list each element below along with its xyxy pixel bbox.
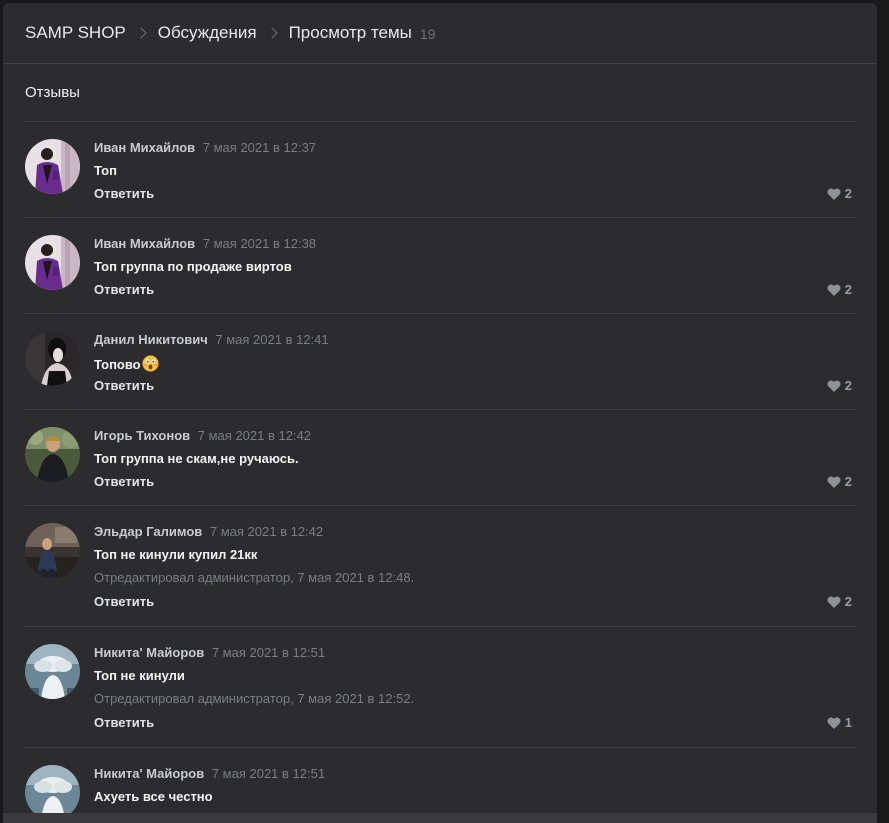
comment-text: Топ не кинули купил 21кк	[94, 547, 258, 562]
bottom-bar	[3, 813, 877, 823]
reply-button[interactable]: Ответить	[94, 715, 154, 730]
comment-item: Данил Никитович 7 мая 2021 в 12:41 Топов…	[24, 314, 856, 410]
reply-button[interactable]: Ответить	[94, 378, 154, 393]
comment-count: 19	[419, 26, 436, 42]
comment-date[interactable]: 7 мая 2021 в 12:37	[203, 140, 316, 155]
author-name[interactable]: Никита' Майоров	[94, 645, 204, 660]
breadcrumb-discussions[interactable]: Обсуждения	[158, 23, 257, 43]
comment-date[interactable]: 7 мая 2021 в 12:51	[212, 645, 325, 660]
avatar[interactable]	[25, 139, 80, 194]
heart-icon	[827, 476, 841, 488]
heart-icon	[827, 284, 841, 296]
comment-item: Эльдар Галимов 7 мая 2021 в 12:42 Топ не…	[24, 506, 856, 627]
comment-text: Топ группа не скам,не ручаюсь.	[94, 451, 299, 466]
comment-meta: Никита' Майоров 7 мая 2021 в 12:51	[94, 766, 325, 781]
chevron-right-icon	[265, 27, 278, 39]
breadcrumb: SAMP SHOP Обсуждения Просмотр темы 19	[3, 3, 877, 64]
comment-meta: Данил Никитович 7 мая 2021 в 12:41	[94, 332, 329, 347]
like-button[interactable]: 2	[827, 378, 852, 393]
comment-text-content: Топово	[94, 357, 141, 372]
chevron-right-icon	[135, 27, 147, 39]
like-count: 2	[844, 474, 852, 489]
comment-item: Иван Михайлов 7 мая 2021 в 12:38 Топ гру…	[24, 218, 856, 314]
astonished-face-emoji	[142, 355, 159, 372]
comment-text: Топ	[94, 163, 117, 178]
like-button[interactable]: 1	[827, 715, 852, 730]
like-count: 2	[844, 378, 852, 393]
discussion-panel: SAMP SHOP Обсуждения Просмотр темы 19 От…	[3, 3, 877, 817]
heart-icon	[827, 717, 841, 729]
breadcrumb-current-page: Просмотр темы	[288, 23, 412, 42]
breadcrumb-community[interactable]: SAMP SHOP	[25, 23, 126, 43]
author-name[interactable]: Игорь Тихонов	[94, 428, 190, 443]
comment-text: Топово	[94, 355, 159, 372]
topic-title: Отзывы	[25, 84, 80, 101]
comment-meta: Никита' Майоров 7 мая 2021 в 12:51	[94, 645, 325, 660]
comment-text: Ахуеть все честно	[94, 789, 213, 804]
edited-note: Отредактировал администратор, 7 мая 2021…	[94, 570, 415, 585]
reply-button[interactable]: Ответить	[94, 282, 154, 297]
comment-meta: Игорь Тихонов 7 мая 2021 в 12:42	[94, 428, 311, 443]
author-name[interactable]: Иван Михайлов	[94, 236, 195, 251]
avatar[interactable]	[25, 331, 80, 386]
avatar[interactable]	[25, 235, 80, 290]
comment-date[interactable]: 7 мая 2021 в 12:42	[210, 524, 323, 539]
comment-item: Никита' Майоров 7 мая 2021 в 12:51 Ахует…	[24, 748, 856, 817]
like-button[interactable]: 2	[827, 474, 852, 489]
comment-date[interactable]: 7 мая 2021 в 12:41	[215, 332, 328, 347]
comment-item: Игорь Тихонов 7 мая 2021 в 12:42 Топ гру…	[24, 410, 856, 506]
author-name[interactable]: Данил Никитович	[94, 332, 208, 347]
comment-item: Иван Михайлов 7 мая 2021 в 12:37 Топ Отв…	[24, 122, 856, 218]
like-count: 2	[844, 186, 852, 201]
reply-button[interactable]: Ответить	[94, 474, 154, 489]
comment-date[interactable]: 7 мая 2021 в 12:42	[198, 428, 311, 443]
comment-meta: Иван Михайлов 7 мая 2021 в 12:37	[94, 140, 316, 155]
avatar[interactable]	[25, 765, 80, 817]
reply-button[interactable]: Ответить	[94, 594, 154, 609]
author-name[interactable]: Иван Михайлов	[94, 140, 195, 155]
author-name[interactable]: Эльдар Галимов	[94, 524, 202, 539]
heart-icon	[827, 596, 841, 608]
comment-date[interactable]: 7 мая 2021 в 12:38	[203, 236, 316, 251]
like-button[interactable]: 2	[827, 186, 852, 201]
like-count: 2	[844, 282, 852, 297]
edited-note: Отредактировал администратор, 7 мая 2021…	[94, 691, 415, 706]
comment-meta: Эльдар Галимов 7 мая 2021 в 12:42	[94, 524, 323, 539]
author-name[interactable]: Никита' Майоров	[94, 766, 204, 781]
comment-text: Топ группа по продаже виртов	[94, 259, 292, 274]
heart-icon	[827, 380, 841, 392]
comment-item: Никита' Майоров 7 мая 2021 в 12:51 Топ н…	[24, 627, 856, 748]
reply-button[interactable]: Ответить	[94, 186, 154, 201]
heart-icon	[827, 188, 841, 200]
comment-meta: Иван Михайлов 7 мая 2021 в 12:38	[94, 236, 316, 251]
comment-date[interactable]: 7 мая 2021 в 12:51	[212, 766, 325, 781]
avatar[interactable]	[25, 523, 80, 578]
comment-list: Иван Михайлов 7 мая 2021 в 12:37 Топ Отв…	[24, 121, 856, 817]
comment-text: Топ не кинули	[94, 668, 185, 683]
like-button[interactable]: 2	[827, 282, 852, 297]
like-count: 1	[844, 715, 852, 730]
like-count: 2	[844, 594, 852, 609]
avatar[interactable]	[25, 644, 80, 699]
avatar[interactable]	[25, 427, 80, 482]
like-button[interactable]: 2	[827, 594, 852, 609]
